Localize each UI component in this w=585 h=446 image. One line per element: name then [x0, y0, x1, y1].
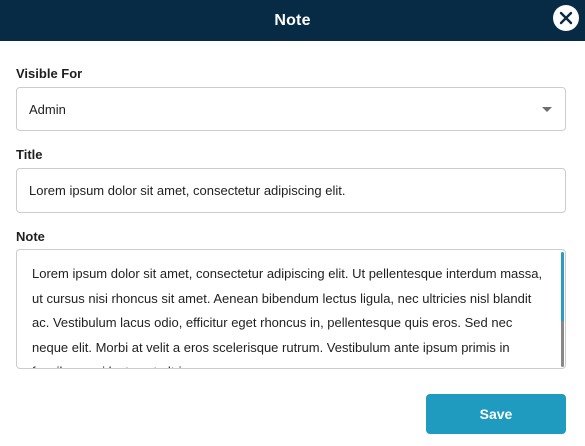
caret-down-icon [542, 107, 552, 112]
modal-header: Note [0, 0, 585, 41]
visible-for-label: Visible For [16, 66, 83, 81]
note-scrollbar[interactable] [561, 252, 564, 367]
modal-title: Note [274, 11, 311, 29]
close-button[interactable] [553, 5, 579, 31]
note-textarea-value: Lorem ipsum dolor sit amet, consectetur … [32, 266, 543, 368]
title-input[interactable]: Lorem ipsum dolor sit amet, consectetur … [16, 168, 566, 213]
close-icon [559, 11, 573, 25]
visible-for-value: Admin [29, 101, 66, 117]
title-label: Title [16, 147, 43, 162]
note-textarea[interactable]: Lorem ipsum dolor sit amet, consectetur … [16, 249, 566, 369]
note-modal: Note Visible For Admin Title Lorem ipsum… [0, 0, 585, 446]
note-label: Note [16, 229, 45, 244]
save-button[interactable]: Save [426, 394, 566, 434]
visible-for-select[interactable]: Admin [16, 87, 566, 131]
title-input-value: Lorem ipsum dolor sit amet, consectetur … [29, 183, 346, 198]
